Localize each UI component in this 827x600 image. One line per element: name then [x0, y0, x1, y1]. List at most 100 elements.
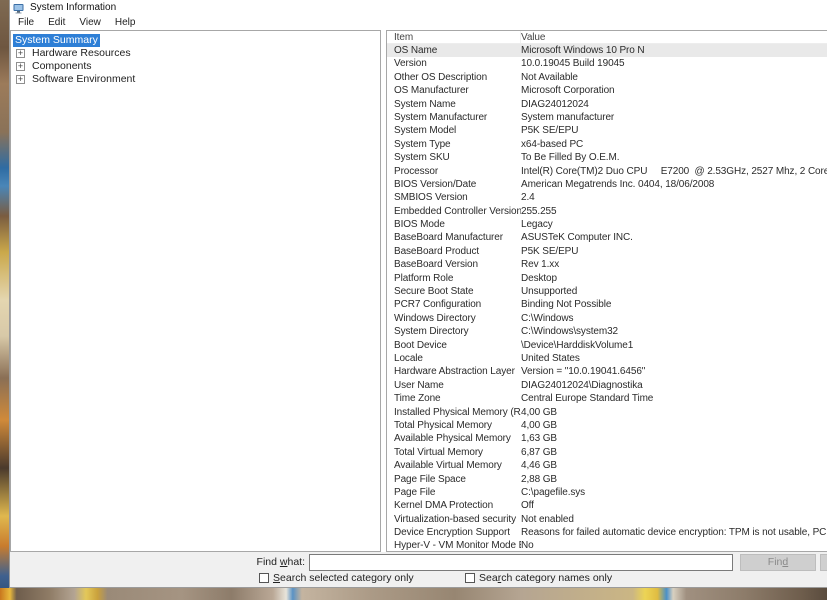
checkbox-label: Search selected category only [273, 572, 414, 584]
menu-item-file[interactable]: File [11, 16, 41, 30]
item-cell: Secure Boot State [387, 285, 521, 298]
item-cell: User Name [387, 379, 521, 392]
item-cell: OS Manufacturer [387, 84, 521, 97]
table-row[interactable]: LocaleUnited States [387, 352, 827, 365]
table-row[interactable]: System ModelP5K SE/EPU [387, 124, 827, 137]
table-row[interactable]: Hyper-V - VM Monitor Mode E...No [387, 539, 827, 552]
detail-list: Item Value OS NameMicrosoft Windows 10 P… [386, 30, 827, 552]
table-row[interactable]: Boot Device\Device\HarddiskVolume1 [387, 339, 827, 352]
table-row[interactable]: Total Virtual Memory6,87 GB [387, 446, 827, 459]
category-tree: System Summary+Hardware Resources+Compon… [10, 30, 381, 552]
table-row[interactable]: Available Virtual Memory4,46 GB [387, 459, 827, 472]
table-row[interactable]: Secure Boot StateUnsupported [387, 285, 827, 298]
item-cell: Kernel DMA Protection [387, 499, 521, 512]
tree-item-software-environment[interactable]: + Software Environment [11, 73, 380, 86]
close-find-button[interactable] [820, 554, 827, 571]
table-row[interactable]: OS NameMicrosoft Windows 10 Pro N [387, 44, 827, 57]
table-row[interactable]: BIOS Version/DateAmerican Megatrends Inc… [387, 178, 827, 191]
table-row[interactable]: BaseBoard ManufacturerASUSTeK Computer I… [387, 231, 827, 244]
table-row[interactable]: System Typex64-based PC [387, 138, 827, 151]
table-row[interactable]: Time ZoneCentral Europe Standard Time [387, 392, 827, 405]
item-cell: Processor [387, 165, 521, 178]
expand-plus-icon[interactable]: + [16, 49, 25, 58]
value-cell: To Be Filled By O.E.M. [521, 151, 827, 164]
value-cell: C:\pagefile.sys [521, 486, 827, 499]
item-cell: Available Physical Memory [387, 432, 521, 445]
item-cell: Hardware Abstraction Layer [387, 365, 521, 378]
table-row[interactable]: Platform RoleDesktop [387, 272, 827, 285]
value-cell: United States [521, 352, 827, 365]
item-cell: Platform Role [387, 272, 521, 285]
value-cell: 4,46 GB [521, 459, 827, 472]
table-row[interactable]: Virtualization-based securityNot enabled [387, 513, 827, 526]
menu-item-edit[interactable]: Edit [41, 16, 72, 30]
table-row[interactable]: Embedded Controller Version255.255 [387, 205, 827, 218]
table-row[interactable]: PCR7 ConfigurationBinding Not Possible [387, 298, 827, 311]
table-row[interactable]: BaseBoard ProductP5K SE/EPU [387, 245, 827, 258]
value-cell: \Device\HarddiskVolume1 [521, 339, 827, 352]
table-row[interactable]: Version10.0.19045 Build 19045 [387, 57, 827, 70]
table-row[interactable]: Other OS DescriptionNot Available [387, 71, 827, 84]
find-bar: Find what: Find Search selected category… [10, 552, 827, 588]
table-row[interactable]: Page FileC:\pagefile.sys [387, 486, 827, 499]
table-row[interactable]: System NameDIAG24012024 [387, 98, 827, 111]
item-cell: Page File Space [387, 473, 521, 486]
item-cell: Device Encryption Support [387, 526, 521, 539]
item-cell: System Name [387, 98, 521, 111]
table-row[interactable]: Available Physical Memory1,63 GB [387, 432, 827, 445]
table-row[interactable]: Device Encryption SupportReasons for fai… [387, 526, 827, 539]
tree-item-components[interactable]: + Components [11, 60, 380, 73]
value-cell: Microsoft Windows 10 Pro N [521, 44, 827, 57]
value-cell: 2.4 [521, 191, 827, 204]
checkbox-icon[interactable] [465, 573, 475, 583]
column-header-item[interactable]: Item [387, 31, 521, 43]
value-cell: System manufacturer [521, 111, 827, 124]
expand-plus-icon[interactable]: + [16, 62, 25, 71]
tree-item-system-summary[interactable]: System Summary [11, 34, 380, 47]
value-cell: Desktop [521, 272, 827, 285]
value-cell: C:\Windows [521, 312, 827, 325]
table-row[interactable]: Hardware Abstraction LayerVersion = "10.… [387, 365, 827, 378]
checkbox-icon[interactable] [259, 573, 269, 583]
item-cell: BIOS Version/Date [387, 178, 521, 191]
table-row[interactable]: BaseBoard VersionRev 1.xx [387, 258, 827, 271]
table-row[interactable]: Kernel DMA ProtectionOff [387, 499, 827, 512]
table-row[interactable]: OS ManufacturerMicrosoft Corporation [387, 84, 827, 97]
table-row[interactable]: Installed Physical Memory (RAM)4,00 GB [387, 406, 827, 419]
table-row[interactable]: ProcessorIntel(R) Core(TM)2 Duo CPU E720… [387, 165, 827, 178]
value-cell: 2,88 GB [521, 473, 827, 486]
item-cell: Total Physical Memory [387, 419, 521, 432]
table-row[interactable]: System ManufacturerSystem manufacturer [387, 111, 827, 124]
column-header-value[interactable]: Value [521, 31, 827, 43]
table-row[interactable]: Total Physical Memory4,00 GB [387, 419, 827, 432]
tree-item-label: Components [30, 60, 94, 73]
table-row[interactable]: User NameDIAG24012024\Diagnostika [387, 379, 827, 392]
app-icon [13, 3, 24, 14]
title-bar[interactable]: System Information [10, 0, 827, 16]
value-cell: C:\Windows\system32 [521, 325, 827, 338]
table-row[interactable]: Page File Space2,88 GB [387, 473, 827, 486]
tree-item-label: Software Environment [30, 73, 137, 86]
value-cell: Rev 1.xx [521, 258, 827, 271]
item-cell: Embedded Controller Version [387, 205, 521, 218]
item-cell: Total Virtual Memory [387, 446, 521, 459]
item-cell: Available Virtual Memory [387, 459, 521, 472]
menu-item-view[interactable]: View [72, 16, 108, 30]
search-selected-category-checkbox[interactable]: Search selected category only [259, 571, 414, 584]
tree-item-label: System Summary [13, 34, 100, 47]
value-cell: DIAG24012024 [521, 98, 827, 111]
value-cell: 1,63 GB [521, 432, 827, 445]
find-button[interactable]: Find [740, 554, 816, 571]
search-category-names-checkbox[interactable]: Search category names only [465, 571, 612, 584]
find-input[interactable] [309, 554, 733, 571]
table-row[interactable]: SMBIOS Version2.4 [387, 191, 827, 204]
menu-item-help[interactable]: Help [108, 16, 143, 30]
table-row[interactable]: System SKUTo Be Filled By O.E.M. [387, 151, 827, 164]
menu-bar: FileEditViewHelp [10, 16, 827, 30]
expand-plus-icon[interactable]: + [16, 75, 25, 84]
tree-item-hardware-resources[interactable]: +Hardware Resources [11, 47, 380, 60]
table-row[interactable]: Windows DirectoryC:\Windows [387, 312, 827, 325]
table-row[interactable]: BIOS ModeLegacy [387, 218, 827, 231]
item-cell: BaseBoard Manufacturer [387, 231, 521, 244]
table-row[interactable]: System DirectoryC:\Windows\system32 [387, 325, 827, 338]
